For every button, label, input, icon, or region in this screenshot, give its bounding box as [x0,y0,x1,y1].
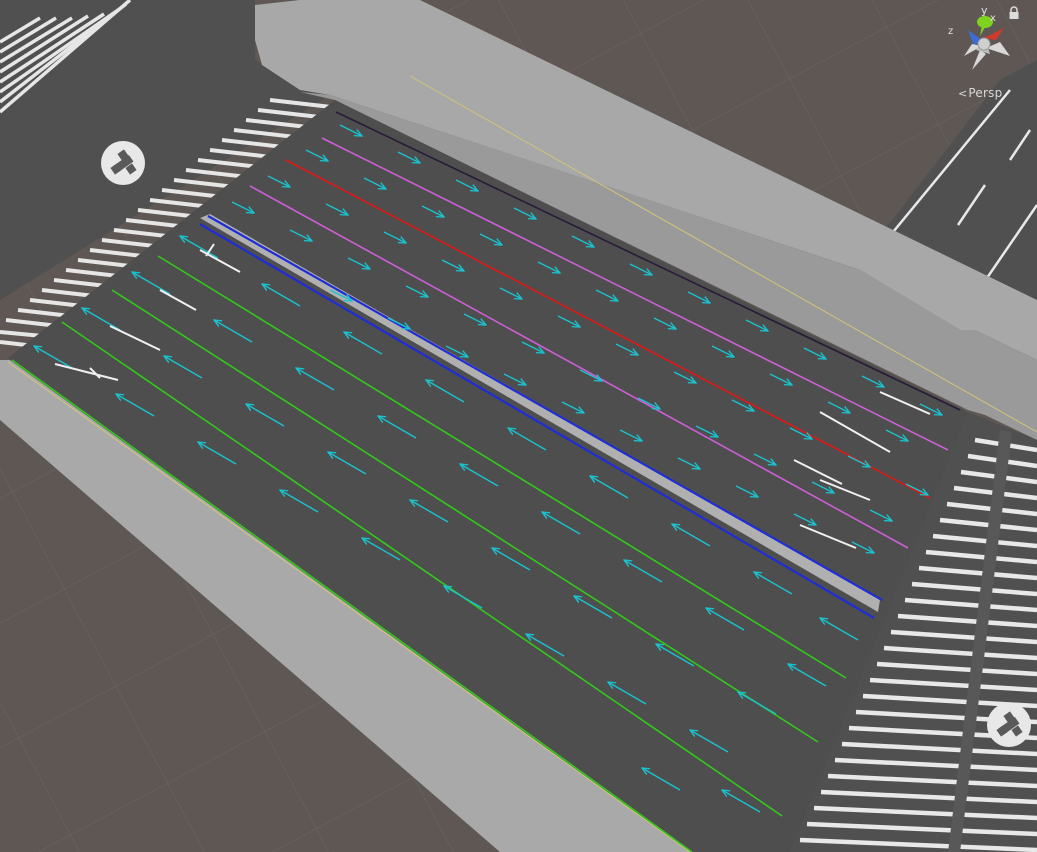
gizmo-axis-y: y [981,4,988,17]
gizmo-axis-z: z [948,26,953,37]
gizmo-axis-x: x [990,13,996,24]
scene-camera-gizmo-icon[interactable] [100,140,146,186]
projection-mode-button[interactable]: <Persp [958,86,1002,100]
chevron-left-icon: < [958,87,968,100]
lock-icon[interactable] [1008,6,1020,20]
scene-camera-gizmo-icon[interactable] [986,702,1032,748]
projection-mode-label: Persp [968,86,1003,100]
scene-viewport[interactable] [0,0,1037,852]
